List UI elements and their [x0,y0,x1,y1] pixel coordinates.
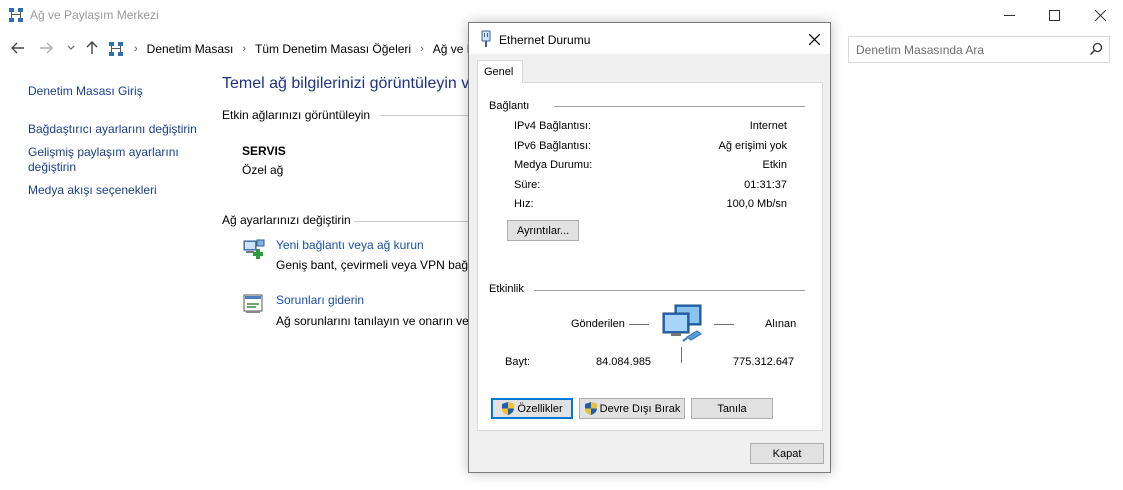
ipv4-label: IPv4 Bağlantısı: [514,120,592,132]
new-connection-description: Geniş bant, çevirmeli veya VPN bağla [276,258,478,272]
breadcrumb-item[interactable]: Tüm Denetim Masası Öğeleri [255,42,411,56]
sidebar-item-adapter-settings[interactable]: Bağdaştırıcı ayarlarını değiştirin [28,122,197,137]
maximize-icon [1048,9,1060,21]
close-dialog-button[interactable]: Kapat [750,443,824,464]
tab-general[interactable]: Genel [477,60,523,83]
new-connection-icon [243,239,265,259]
search-input[interactable] [849,37,1079,62]
network-name: SERVIS [242,144,286,158]
arrow-left-icon [11,42,24,54]
network-computers-icon [662,304,702,342]
breadcrumb-chevron-icon: › [242,43,247,55]
breadcrumb-chevron-icon: › [134,43,138,55]
speed-value: 100,0 Mb/sn [726,198,787,210]
troubleshoot-icon [243,294,263,313]
sidebar-item-control-panel-home[interactable]: Denetim Masası Giriş [28,84,143,99]
ipv6-label: IPv6 Bağlantısı: [514,140,592,152]
arrow-right-icon [40,42,53,54]
activity-separator [681,347,682,363]
general-tab-panel: Bağlantı IPv4 Bağlantısı: Internet IPv6 … [477,82,823,431]
arrow-up-icon [86,41,98,54]
window-title: Ağ ve Paylaşım Merkezi [30,8,159,22]
troubleshoot-link[interactable]: Sorunları giderin [276,293,364,307]
forward-button[interactable] [37,39,55,57]
divider [354,221,468,222]
bytes-label: Bayt: [505,356,531,368]
ipv4-value: Internet [749,120,787,132]
details-button[interactable]: Ayrıntılar... [507,220,579,241]
search-icon[interactable] [1089,42,1103,56]
sent-connector [629,324,649,325]
minimize-icon [1003,14,1015,16]
up-button[interactable] [83,39,101,57]
received-label: Alınan [765,318,797,330]
received-connector [714,324,734,325]
ethernet-status-dialog: Ethernet Durumu Genel Bağlantı IPv4 Bağl… [468,22,831,473]
uac-shield-icon [584,402,597,415]
dialog-titlebar: Ethernet Durumu [469,23,830,54]
speed-label: Hız: [514,198,534,210]
connection-group-label: Bağlantı [489,100,530,112]
close-icon [1094,9,1106,21]
close-icon [808,33,820,45]
duration-value: 01:31:37 [744,179,787,191]
group-divider [534,290,805,291]
media-state-value: Etkin [762,159,787,171]
search-box[interactable] [848,36,1110,63]
properties-button[interactable]: Özellikler [491,398,573,419]
minimize-button[interactable] [986,0,1032,30]
received-bytes-value: 775.312.647 [733,356,795,368]
sent-bytes-value: 84.084.985 [596,356,652,368]
media-state-label: Medya Durumu: [514,159,593,171]
dialog-title: Ethernet Durumu [499,33,591,47]
active-networks-label: Etkin ağlarınızı görüntüleyin [222,108,371,122]
new-connection-link[interactable]: Yeni bağlantı veya ağ kurun [276,238,424,252]
uac-shield-icon [502,402,515,415]
sidebar-item-advanced-sharing[interactable]: Gelişmiş paylaşım ayarlarını değiştirin [28,145,188,175]
ethernet-plug-icon [481,30,491,47]
page-title: Temel ağ bilgilerinizi görüntüleyin v [222,75,470,92]
disable-button-label: Devre Dışı Bırak [599,402,681,415]
sent-label: Gönderilen [571,318,625,330]
activity-group-label: Etkinlik [489,283,524,295]
breadcrumb-item[interactable]: Denetim Masası [147,42,234,56]
back-button[interactable] [9,39,27,57]
chevron-down-icon [67,45,75,50]
disable-button[interactable]: Devre Dışı Bırak [579,398,685,419]
duration-label: Süre: [514,179,541,191]
divider [380,115,468,116]
group-divider [554,106,805,107]
network-type: Özel ağ [242,163,284,177]
recent-locations-button[interactable] [62,39,80,57]
maximize-button[interactable] [1031,0,1077,30]
control-panel-icon [109,42,123,56]
change-settings-label: Ağ ayarlarınızı değiştirin [222,213,351,227]
close-button[interactable] [1077,0,1123,30]
ipv6-value: Ağ erişimi yok [718,140,787,152]
network-center-icon [9,8,23,22]
properties-button-label: Özellikler [517,402,563,415]
dialog-close-button[interactable] [804,29,824,49]
sidebar-item-media-streaming[interactable]: Medya akışı seçenekleri [28,183,157,198]
address-bar[interactable]: › Denetim Masası › Tüm Denetim Masası Öğ… [104,36,484,62]
breadcrumb-chevron-icon: › [420,43,424,55]
troubleshoot-description: Ağ sorunlarını tanılayın ve onarın vey [276,314,475,328]
diagnose-button[interactable]: Tanıla [691,398,773,419]
